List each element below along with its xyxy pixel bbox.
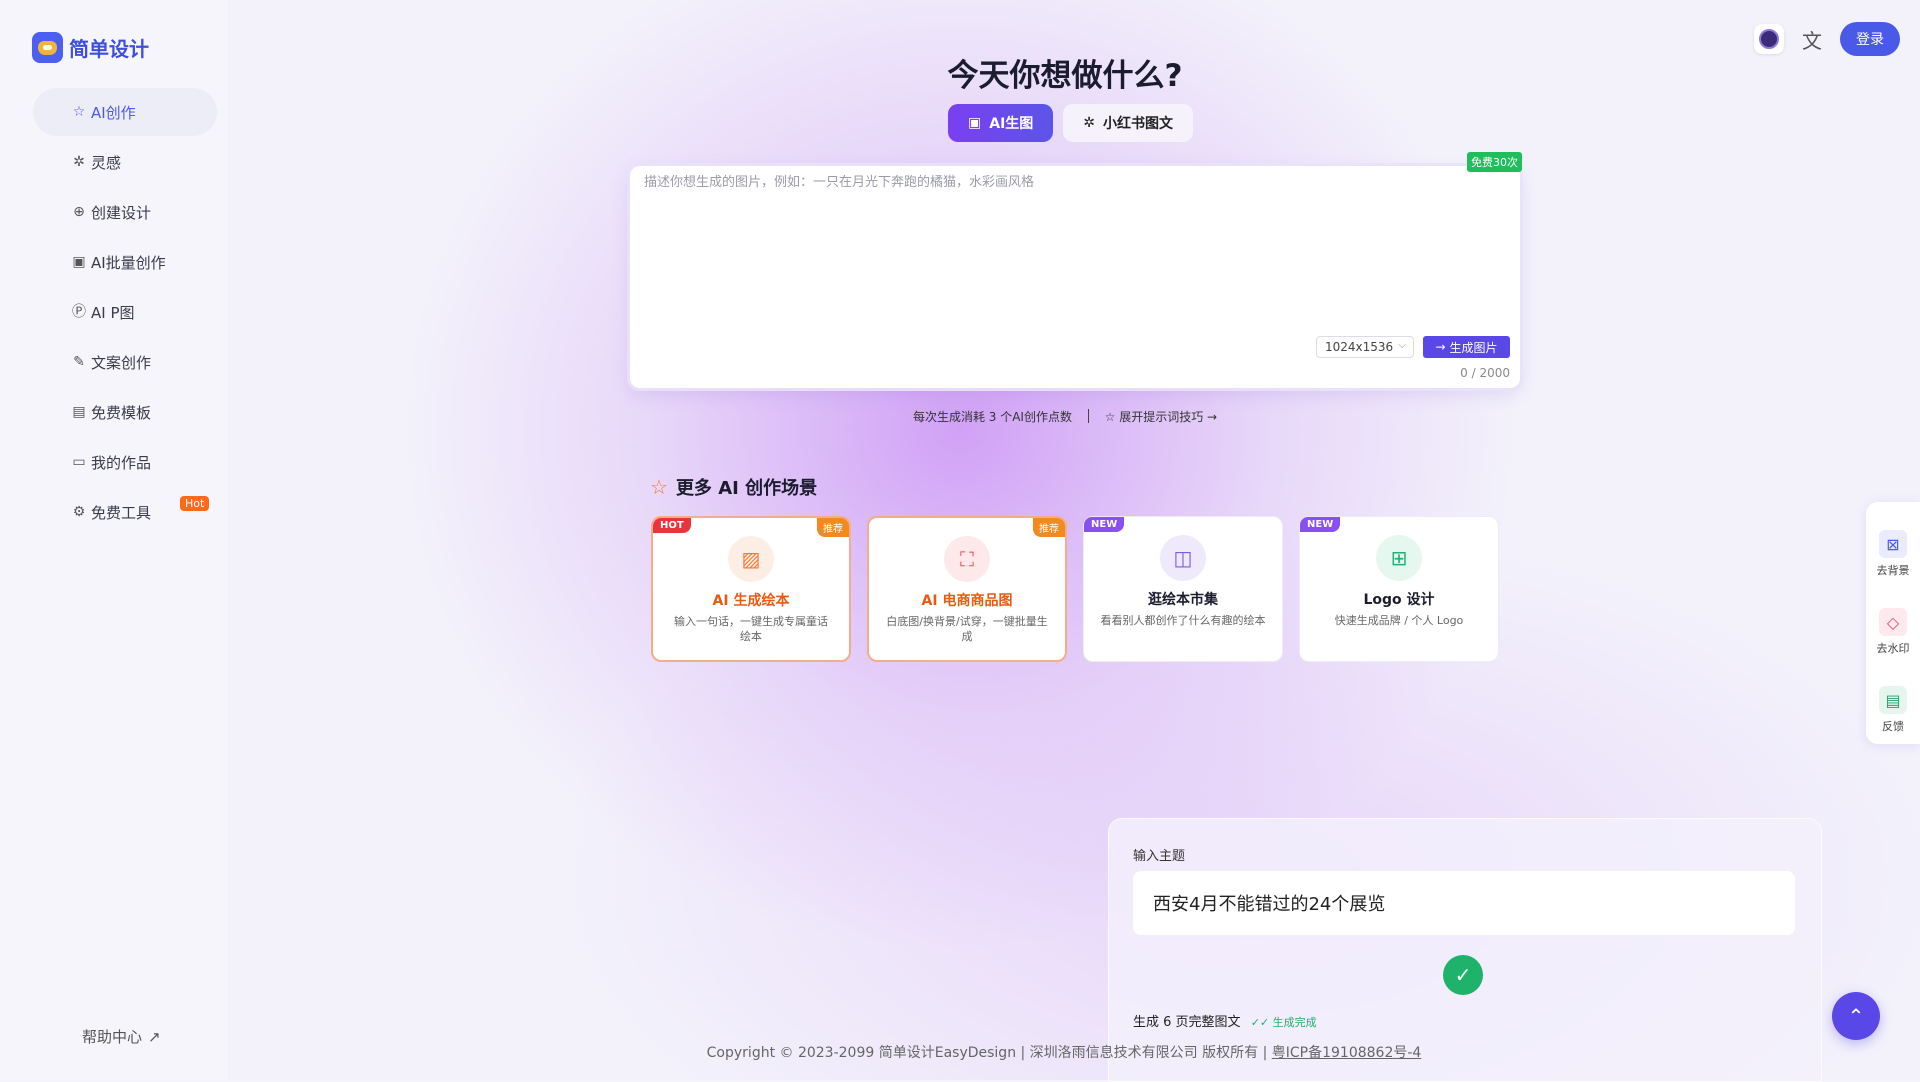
icp-link[interactable]: 粤ICP备19108862号-4 [1272,1045,1422,1061]
sidebar-nav: ☆ AI创作 ✲ 灵感 ⊕ 创建设计 ▣ AI批量创作 Ⓟ AI P图 ✎ 文案… [33,88,217,538]
scene-icon: ▨ [728,536,774,582]
tool-remove-watermark[interactable]: ◇ 去水印 [1866,608,1920,656]
prompt-card: 免费30次 1024x1536 ⌵ → 生成图片 0 / 2000 [630,152,1522,388]
sparkle-icon: ✲ [1083,115,1096,131]
free-badge: 免费30次 [1467,152,1522,172]
copyright-text: Copyright © 2023-2099 简单设计EasyDesign | 深… [706,1045,1272,1061]
sidebar-item-ai-ps[interactable]: Ⓟ AI P图 [33,288,217,336]
tips-label: 展开提示词技巧 → [1119,410,1218,424]
folder-icon: ▭ [72,454,86,470]
generate-button[interactable]: → 生成图片 [1423,336,1510,358]
star-icon: ☆ [1104,410,1120,424]
footer-copyright: Copyright © 2023-2099 简单设计EasyDesign | 深… [0,1042,1920,1062]
scene-title: 逛绘本市集 [1148,592,1218,608]
sidebar-item-label: 免费工具 [91,503,152,522]
tips-link[interactable]: ☆ 展开提示词技巧 → [1105,410,1217,424]
edit-icon: ✎ [73,354,85,370]
scene-tag: HOT [653,518,691,533]
prompt-hint: 每次生成消耗 3 个AI创作点数 ☆ 展开提示词技巧 → [0,408,1920,425]
sidebar-item-free-tools[interactable]: ⚙ 免费工具 Hot [33,488,217,536]
scene-description: 快速生成品牌 / 个人 Logo [1334,614,1464,627]
sidebar-item-copywriting[interactable]: ✎ 文案创作 [33,338,217,386]
scene-card[interactable]: NEW ◫ 逛绘本市集看看别人都创作了什么有趣的绘本 [1083,516,1283,662]
recommend-badge: 推荐 [817,518,849,537]
sidebar-item-label: AI P图 [91,303,135,322]
mode-tabs: ▣ AI生图 ✲ 小红书图文 [948,104,1194,142]
sidebar-item-label: AI批量创作 [91,253,166,272]
size-value: 1024x1536 [1325,340,1394,354]
cost-text: 每次生成消耗 3 个AI创作点数 [912,410,1072,424]
sidebar-item-my-works[interactable]: ▭ 我的作品 [33,438,217,486]
tool-feedback[interactable]: ▤ 反馈 [1866,686,1920,734]
tab-xiaohongshu[interactable]: ✲ 小红书图文 [1063,104,1194,142]
image-icon: ▣ [968,115,982,131]
tool-label: 去水印 [1876,642,1910,655]
tab-ai-image[interactable]: ▣ AI生图 [948,104,1054,142]
scene-tag: NEW [1300,517,1341,532]
check-icon: ✓ [1443,955,1483,995]
chevron-up-icon: ⌃ [1847,1004,1865,1028]
size-select[interactable]: 1024x1536 ⌵ [1316,336,1414,358]
sidebar-item-label: AI创作 [91,103,136,122]
remove-bg-icon: ⊠ [1879,530,1907,558]
ps-icon: Ⓟ [72,304,86,320]
scene-icon: ⊞ [1376,535,1422,581]
scene-title: Logo 设计 [1363,592,1435,608]
scene-description: 白底图/换背景/试穿，一键批量生成 [886,615,1048,643]
star-icon: ☆ [650,475,668,499]
scene-description: 看看别人都创作了什么有趣的绘本 [1100,614,1266,627]
sidebar-item-ai-create[interactable]: ☆ AI创作 [33,88,217,136]
star-icon: ☆ [72,104,86,120]
scroll-top-button[interactable]: ⌃ [1832,992,1880,1040]
chevron-down-icon: ⌵ [1398,340,1406,351]
chat-icon: ▤ [1879,686,1907,714]
tool-label: 反馈 [1882,720,1904,733]
arrow-right-icon: → [1435,340,1446,354]
tab-label: AI生图 [989,116,1034,132]
divider [1087,409,1089,423]
sidebar-item-label: 文案创作 [91,353,152,372]
image-icon: ▣ [72,254,86,270]
hot-badge: Hot [180,496,210,511]
scene-tag: NEW [1084,517,1125,532]
scene-card[interactable]: HOT 推荐 ▨ AI 生成绘本输入一句话，一键生成专属童话绘本 [651,516,851,662]
gear-icon: ⚙ [72,504,86,520]
scene-card[interactable]: NEW ⊞ Logo 设计快速生成品牌 / 个人 Logo [1299,516,1499,662]
scene-description: 输入一句话，一键生成专属童话绘本 [674,615,828,643]
topic-field[interactable]: 西安4月不能错过的24个展览 [1133,871,1795,935]
status-done: ✓✓ 生成完成 [1250,1016,1317,1029]
sidebar-item-label: 我的作品 [91,453,152,472]
sidebar-item-inspiration[interactable]: ✲ 灵感 [33,138,217,186]
sidebar-item-batch-create[interactable]: ▣ AI批量创作 [33,238,217,286]
plus-circle-icon: ⊕ [73,204,85,220]
panel-status: 生成 6 页完整图文 ✓✓ 生成完成 [1133,1011,1317,1030]
scene-title: AI 生成绘本 [712,593,790,609]
char-counter: 0 / 2000 [1460,366,1510,380]
sidebar: 简单设计 ☆ AI创作 ✲ 灵感 ⊕ 创建设计 ▣ AI批量创作 Ⓟ AI P图… [0,0,228,1080]
sidebar-item-create-design[interactable]: ⊕ 创建设计 [33,188,217,236]
floating-tools: ⊠ 去背景 ◇ 去水印 ▤ 反馈 [1866,502,1920,744]
generate-label: 生成图片 [1449,340,1498,355]
scene-title: AI 电商商品图 [921,593,1013,609]
eraser-icon: ◇ [1879,608,1907,636]
sidebar-item-label: 灵感 [91,153,122,172]
status-text: 生成 6 页完整图文 [1133,1015,1241,1030]
recommend-badge: 推荐 [1033,518,1065,537]
scene-card[interactable]: 推荐 ⛶ AI 电商商品图白底图/换背景/试穿，一键批量生成 [867,516,1067,662]
scene-icon: ⛶ [944,536,990,582]
panel-label: 输入主题 [1133,849,1186,864]
tool-remove-bg[interactable]: ⊠ 去背景 [1866,530,1920,578]
tab-label: 小红书图文 [1103,116,1174,132]
scenes-title-text: 更多 AI 创作场景 [675,478,818,499]
avatar-icon [1759,29,1779,49]
page-title: 今天你想做什么? [947,58,1183,94]
prompt-input[interactable] [642,174,1506,191]
scenes-heading: ☆ 更多 AI 创作场景 [650,474,817,500]
sidebar-item-label: 创建设计 [91,203,152,222]
scene-icon: ◫ [1160,535,1206,581]
sparkle-icon: ✲ [73,154,85,170]
tool-label: 去背景 [1876,564,1910,577]
